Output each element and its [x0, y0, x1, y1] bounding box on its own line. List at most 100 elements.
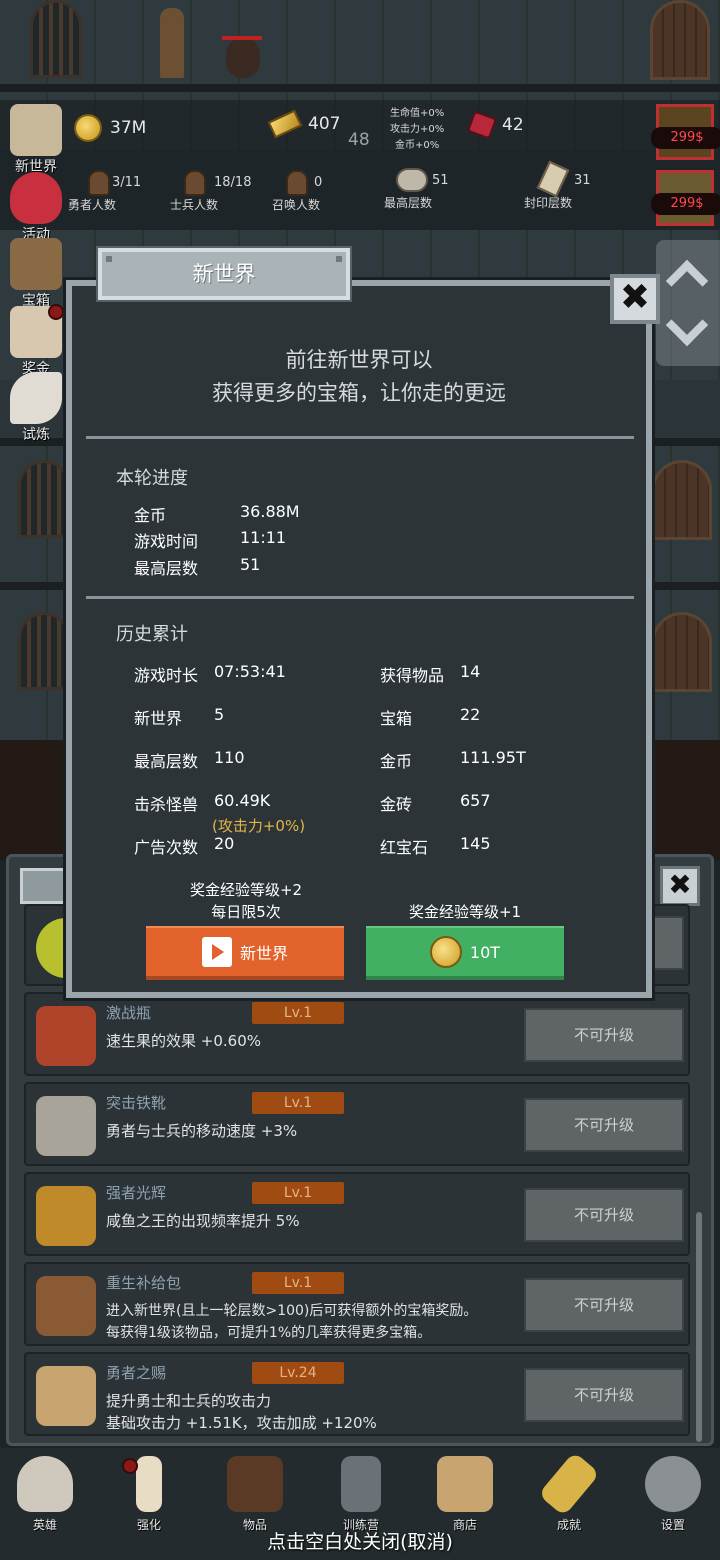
offer-pack-1[interactable]: 299$ [651, 104, 720, 160]
gold-coin-icon [429, 936, 462, 968]
bottle-icon [36, 1006, 96, 1066]
hero-sprite [160, 8, 184, 78]
wooden-door [652, 612, 712, 692]
notification-dot [122, 1458, 138, 1474]
skull-icon [17, 1456, 73, 1512]
nav-achievements[interactable]: 成就 [524, 1451, 614, 1533]
watch-ad-new-world-button[interactable]: 新世界 [146, 926, 344, 980]
monster-sprite [226, 38, 260, 78]
torch-icon [36, 1186, 96, 1246]
buff-list: 生命值+0% 攻击力+0% 金币+0% [390, 108, 445, 151]
floor-scroll-buttons[interactable] [656, 240, 720, 366]
round-progress-title: 本轮进度 [116, 468, 188, 489]
nav-shop[interactable]: 商店 [420, 1456, 510, 1533]
coin-reward-note: 奖金经验等级+1 [408, 903, 522, 921]
history-label: 广告次数 [134, 838, 199, 857]
divider [86, 596, 634, 599]
barred-window [18, 460, 70, 538]
upgrade-row: 重生补给包 Lv.1 进入新世界(且上一轮层数>100)后可获得额外的宝箱奖励。… [24, 1262, 690, 1346]
history-label: 新世界 [134, 709, 183, 728]
barred-window [18, 612, 70, 690]
history-value: 657 [460, 791, 491, 810]
history-label: 金币 [380, 752, 413, 771]
history-value: 07:53:41 [214, 662, 286, 681]
ad-reward-note: 奖金经验等级+2 每日限5次 [189, 881, 303, 921]
offer-pack-2[interactable]: 299$ [651, 170, 720, 226]
nav-enhance[interactable]: 强化 [104, 1456, 194, 1533]
round-value: 36.88M [240, 502, 300, 521]
gold-coin-icon [74, 114, 102, 142]
history-label: 获得物品 [380, 666, 445, 685]
history-value: 20 [214, 834, 235, 853]
history-value: 145 [460, 834, 491, 853]
chest-icon [10, 238, 62, 290]
summon-icon [286, 170, 308, 196]
wooden-door [652, 460, 712, 540]
upgrade-row: 勇者之赐 Lv.24 提升勇士和士兵的攻击力 基础攻击力 +1.51K，攻击加成 … [24, 1352, 690, 1436]
round-value: 51 [240, 555, 261, 574]
upgrade-button[interactable]: 不可升级 [524, 1098, 684, 1152]
nav-settings[interactable]: 设置 [628, 1456, 718, 1533]
upgrade-button[interactable]: 不可升级 [524, 1188, 684, 1242]
dialog-close-button[interactable]: ✖ [610, 274, 660, 324]
soldier-icon [184, 170, 206, 196]
side-menu-new-world[interactable]: 新世界 [4, 104, 68, 176]
map-icon [10, 104, 62, 156]
pay-coins-new-world-button[interactable]: 10T [366, 926, 564, 980]
round-label: 游戏时间 [134, 532, 199, 551]
history-label: 宝箱 [380, 709, 413, 728]
upgrade-button[interactable]: 不可升级 [524, 1008, 684, 1062]
side-menu-trial[interactable]: 试炼 [4, 372, 68, 444]
tap-outside-to-close[interactable]: 点击空白处关闭(取消) [0, 1527, 720, 1554]
chevron-up-icon[interactable] [665, 259, 709, 303]
gear-icon [645, 1456, 701, 1512]
round-label: 最高层数 [134, 559, 199, 578]
hero-icon [88, 170, 110, 196]
history-value: 22 [460, 705, 481, 724]
upgrade-button[interactable]: 不可升级 [524, 1368, 684, 1422]
monster-health-bar [222, 36, 262, 40]
dialog-intro: 前往新世界可以 获得更多的宝箱，让你走的更远 [212, 348, 506, 405]
history-label: 击杀怪兽 [134, 795, 199, 814]
history-title: 历史累计 [116, 624, 188, 645]
dialog-title: 新世界 [98, 248, 350, 300]
ruby-icon [466, 110, 498, 140]
floor-divider [0, 84, 720, 92]
wooden-door [650, 0, 710, 80]
notification-dot [48, 304, 64, 320]
rock-icon [396, 168, 428, 192]
chevron-down-icon[interactable] [665, 303, 709, 347]
history-label: 红宝石 [380, 838, 429, 857]
sealed-floor-label: 封印层数 [524, 196, 573, 210]
history-value: 14 [460, 662, 481, 681]
gold-bar-counter: 407 [267, 109, 340, 139]
boot-icon [36, 1096, 96, 1156]
history-label: 金砖 [380, 795, 413, 814]
nav-items[interactable]: 物品 [210, 1456, 300, 1533]
nav-training[interactable]: 训练营 [316, 1456, 406, 1533]
upgrade-row: 突击铁靴 Lv.1 勇者与士兵的移动速度 +3% 不可升级 [24, 1082, 690, 1166]
attack-bonus-note: (攻击力+0%) [212, 817, 306, 835]
max-floor-label: 最高层数 [384, 196, 433, 210]
side-menu-chests[interactable]: 宝箱 [4, 238, 68, 310]
nav-heroes[interactable]: 英雄 [0, 1456, 90, 1533]
upgrade-button[interactable]: 不可升级 [524, 1278, 684, 1332]
feather-icon [10, 372, 62, 424]
heroes-label: 勇者人数 [68, 198, 117, 212]
lantern-icon [341, 1456, 381, 1512]
barred-window [30, 0, 82, 78]
backpack-icon [36, 1276, 96, 1336]
bar-count-small: 48 [348, 130, 370, 150]
history-value: 60.49K [214, 791, 271, 810]
upgrade-row: 强者光辉 Lv.1 咸鱼之王的出现频率提升 5% 不可升级 [24, 1172, 690, 1256]
round-value: 11:11 [240, 528, 287, 547]
history-value: 111.95T [460, 748, 526, 767]
video-icon [201, 937, 232, 967]
upgrade-list-scrollbar[interactable] [696, 1212, 702, 1442]
side-menu-events[interactable]: 活动 [4, 172, 68, 244]
history-label: 最高层数 [134, 752, 199, 771]
candle-icon [136, 1456, 162, 1512]
history-value: 110 [214, 748, 245, 767]
upgrade-panel-close-button[interactable]: ✖ [660, 866, 700, 906]
heart-icon [10, 172, 62, 224]
